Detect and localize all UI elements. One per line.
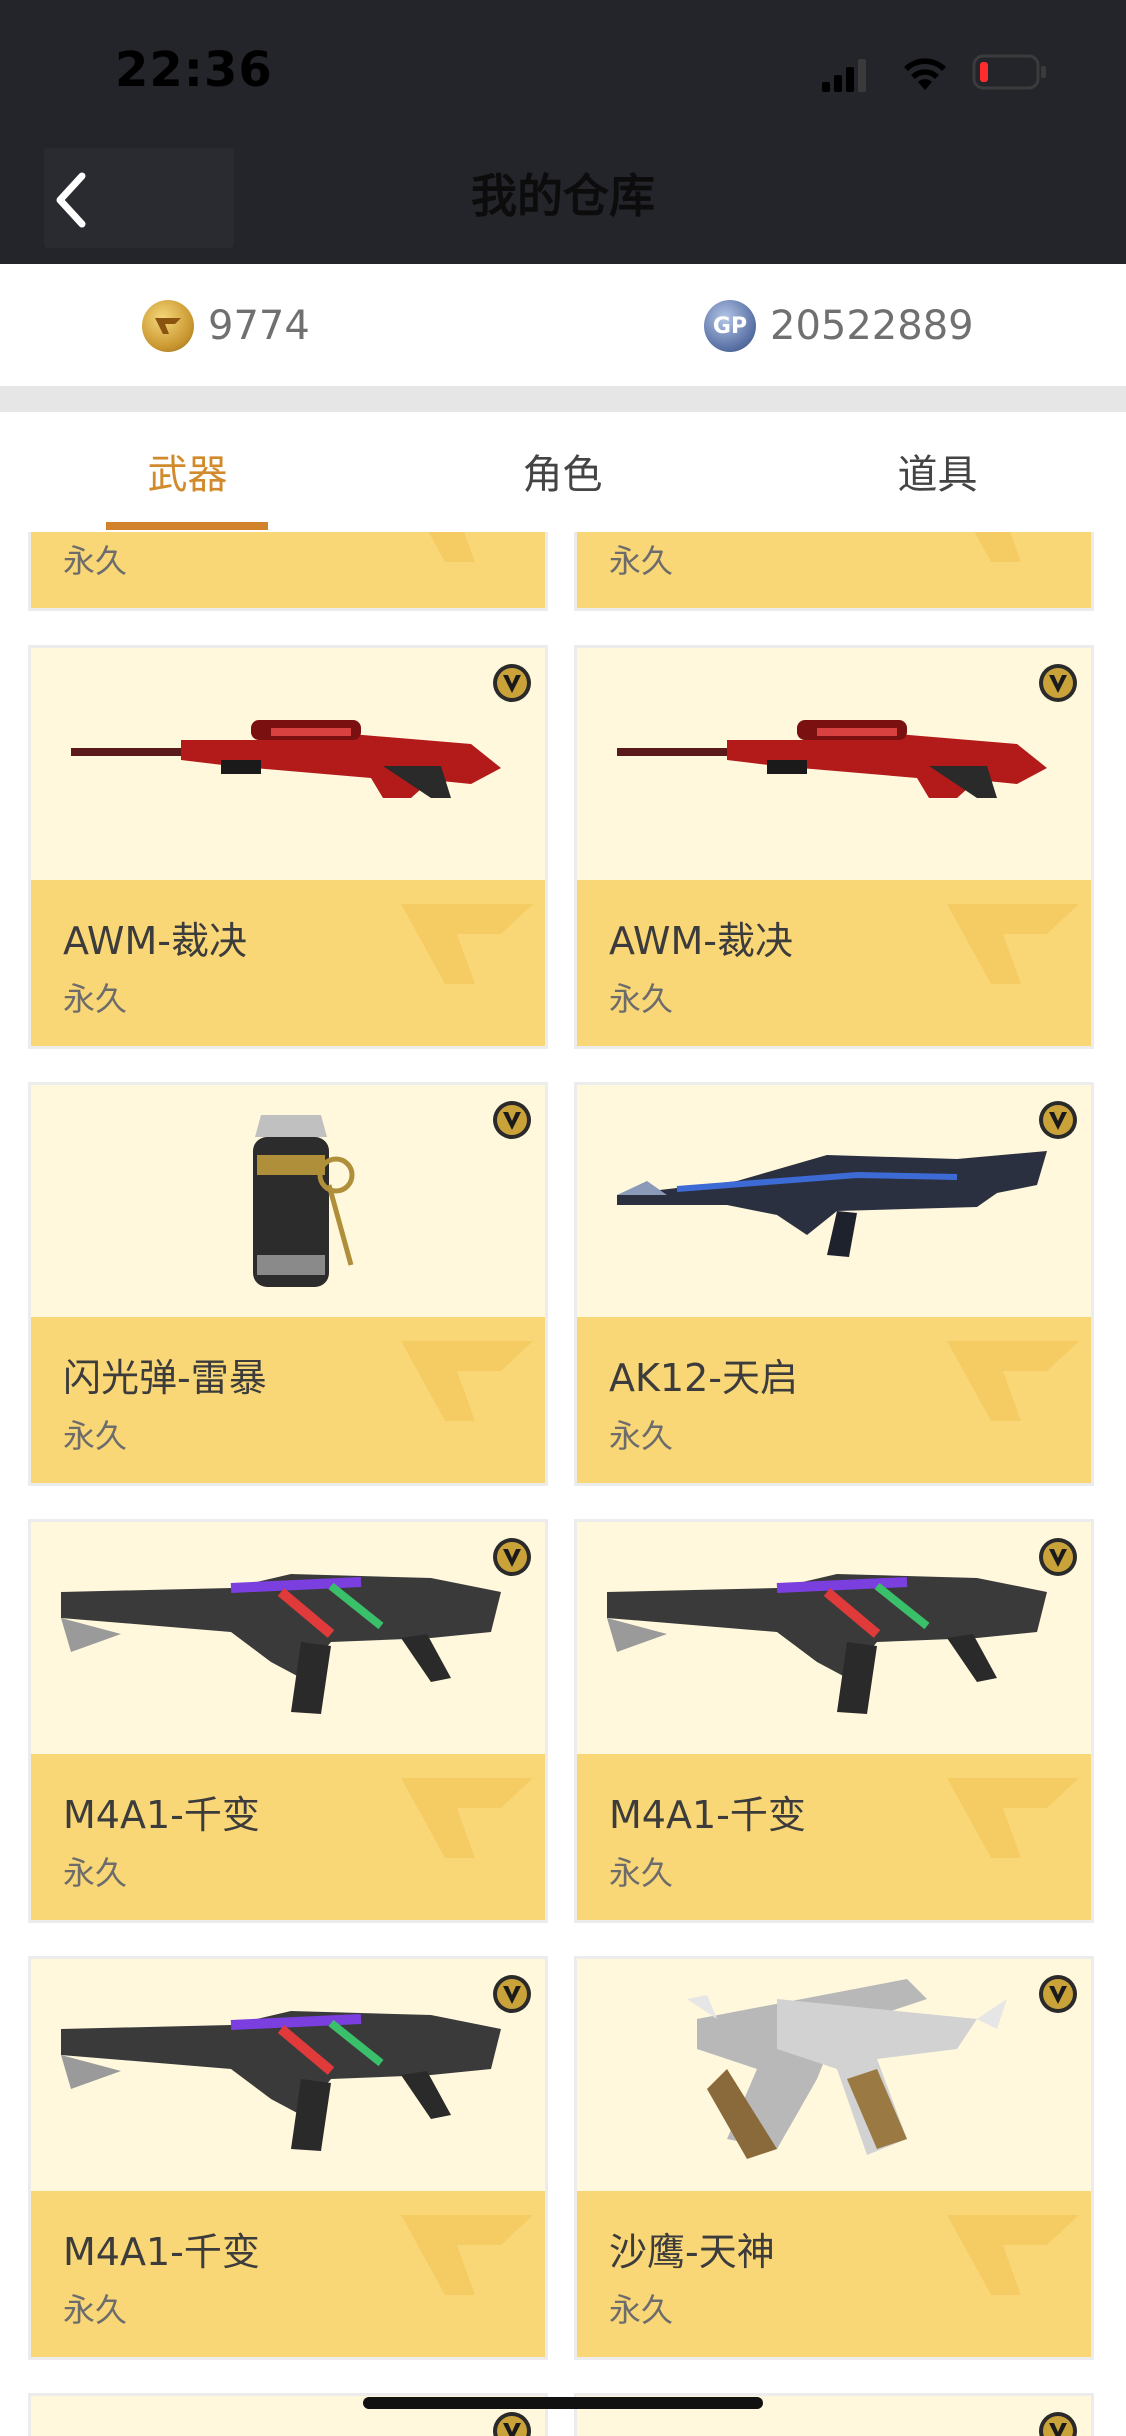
- m4a1-rifle-image: [607, 1574, 1047, 1714]
- cf-watermark-icon: [947, 1341, 1079, 1421]
- top-bar: 22:36 我的仓库: [0, 0, 1126, 264]
- cf-watermark-icon: [401, 1778, 533, 1858]
- item-card[interactable]: AWM-裁决 永久: [574, 645, 1094, 1049]
- flash-grenade-image: [253, 1115, 355, 1287]
- awm-sniper-image: [617, 720, 1047, 798]
- item-duration: 永久: [609, 542, 674, 580]
- tab-weapons[interactable]: 武器: [0, 442, 375, 500]
- vip-badge-icon: [1039, 664, 1077, 702]
- item-card[interactable]: 沙鹰-天神 永久: [574, 1956, 1094, 2360]
- tab-characters[interactable]: 角色: [375, 442, 750, 500]
- m4a1-rifle-image: [61, 2011, 501, 2151]
- item-duration: 永久: [63, 1854, 128, 1892]
- gp-coin-icon: GP: [704, 300, 756, 352]
- status-time: 22:36: [115, 42, 273, 98]
- vip-badge-icon: [1039, 2412, 1077, 2436]
- item-duration: 永久: [609, 1854, 674, 1892]
- item-card[interactable]: 永久: [574, 532, 1094, 611]
- cf-watermark-icon: [401, 904, 533, 984]
- cf-watermark-icon: [401, 1341, 533, 1421]
- gp-balance-value: 20522889: [770, 303, 974, 349]
- item-card[interactable]: AWM-裁决 永久: [28, 645, 548, 1049]
- item-card[interactable]: 永久: [28, 532, 548, 611]
- vip-badge-icon: [1039, 1538, 1077, 1576]
- item-duration: 永久: [609, 2291, 674, 2329]
- cf-balance: 9774: [142, 298, 310, 354]
- item-card[interactable]: AK12-天启 永久: [574, 1082, 1094, 1486]
- vip-badge-icon: [493, 664, 531, 702]
- item-name: 沙鹰-天神: [609, 2230, 775, 2274]
- ak12-rifle-image: [617, 1151, 1047, 1257]
- home-indicator[interactable]: [363, 2397, 763, 2409]
- item-duration: 永久: [609, 1417, 674, 1455]
- item-name: 闪光弹-雷暴: [63, 1356, 267, 1400]
- item-duration: 永久: [63, 542, 128, 580]
- cf-watermark-icon: [947, 904, 1079, 984]
- item-grid: 永久 永久 AWM-裁决 永久 AWM-裁决 永久 闪光弹-雷暴 永久 AK12…: [0, 532, 1126, 2436]
- cf-watermark-icon: [947, 2215, 1079, 2295]
- page-title: 我的仓库: [471, 169, 655, 223]
- item-name: AWM-裁决: [609, 919, 793, 963]
- cf-watermark-icon: [947, 1778, 1079, 1858]
- item-duration: 永久: [63, 980, 128, 1018]
- item-name: M4A1-千变: [63, 2230, 260, 2274]
- item-name: AWM-裁决: [63, 919, 247, 963]
- vip-badge-icon: [493, 1101, 531, 1139]
- item-card[interactable]: 闪光弹-雷暴 永久: [28, 1082, 548, 1486]
- active-tab-indicator: [106, 522, 268, 530]
- battery-icon: [972, 54, 1046, 90]
- item-name: M4A1-千变: [63, 1793, 260, 1837]
- desert-eagle-pistols-image: [687, 1979, 1007, 2159]
- category-tabs: 武器 角色 道具: [0, 412, 1126, 533]
- awm-sniper-image: [71, 720, 501, 798]
- vip-badge-icon: [493, 1538, 531, 1576]
- currency-row: 9774 GP 20522889: [0, 264, 1126, 386]
- status-icons: [820, 52, 1060, 96]
- item-name: M4A1-千变: [609, 1793, 806, 1837]
- cf-watermark-icon: [974, 532, 1021, 562]
- section-divider: [0, 386, 1126, 412]
- item-card[interactable]: M4A1-千变 永久: [574, 1519, 1094, 1923]
- item-duration: 永久: [609, 980, 674, 1018]
- gp-balance: GP 20522889: [704, 298, 974, 354]
- vip-badge-icon: [493, 2412, 531, 2436]
- item-name: AK12-天启: [609, 1356, 798, 1400]
- vip-badge-icon: [1039, 1975, 1077, 2013]
- cf-watermark-icon: [401, 2215, 533, 2295]
- m4a1-rifle-image: [61, 1574, 501, 1714]
- item-card[interactable]: M4A1-千变 永久: [28, 1519, 548, 1923]
- signal-icon: [822, 59, 866, 92]
- item-duration: 永久: [63, 1417, 128, 1455]
- tab-items[interactable]: 道具: [750, 442, 1125, 500]
- cf-coin-icon: [142, 300, 194, 352]
- cf-watermark-icon: [428, 532, 475, 562]
- vip-badge-icon: [493, 1975, 531, 2013]
- wifi-icon: [904, 58, 946, 90]
- item-card[interactable]: M4A1-千变 永久: [28, 1956, 548, 2360]
- cf-balance-value: 9774: [208, 303, 310, 349]
- vip-badge-icon: [1039, 1101, 1077, 1139]
- item-duration: 永久: [63, 2291, 128, 2329]
